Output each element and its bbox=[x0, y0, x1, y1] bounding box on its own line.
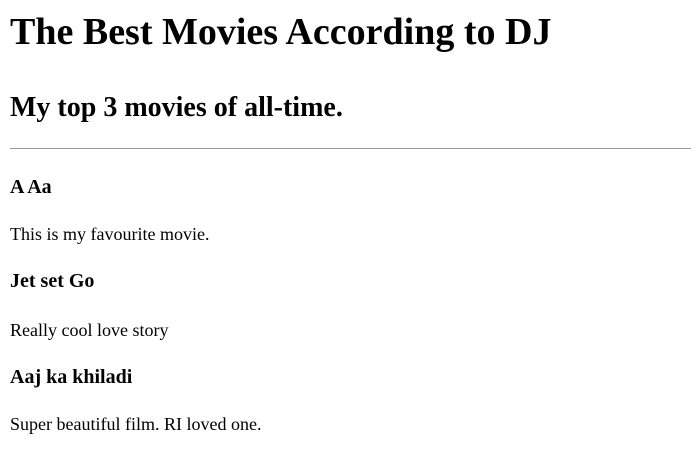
divider bbox=[10, 148, 691, 149]
page-subtitle: My top 3 movies of all-time. bbox=[10, 92, 343, 123]
page-title: The Best Movies According to DJ bbox=[10, 11, 552, 53]
movie-description: Super beautiful film. RI loved one. bbox=[10, 414, 262, 434]
movie-title: A Aa bbox=[10, 176, 52, 198]
movie-title: Jet set Go bbox=[10, 270, 95, 292]
movie-title: Aaj ka khiladi bbox=[10, 366, 133, 388]
movie-description: This is my favourite movie. bbox=[10, 224, 210, 244]
movie-description: Really cool love story bbox=[10, 320, 169, 340]
movie-list: A Aa This is my favourite movie. Jet set… bbox=[10, 175, 681, 435]
